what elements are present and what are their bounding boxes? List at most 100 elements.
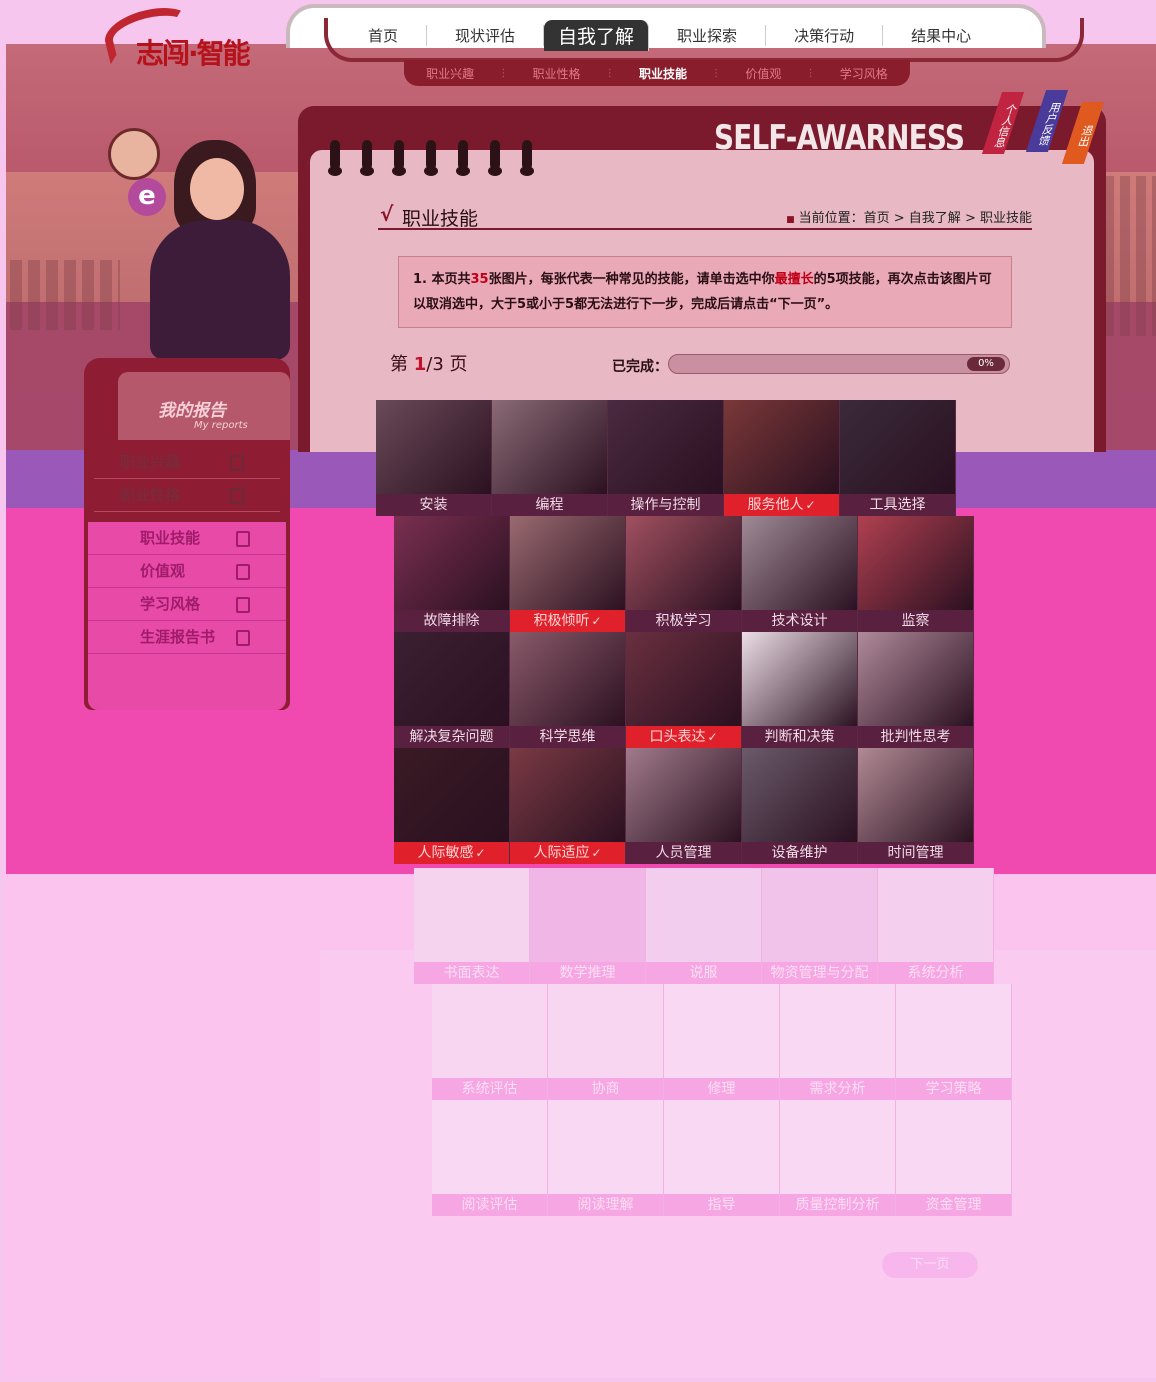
skill-label: 人员管理 <box>626 842 741 864</box>
subnav-learning-style[interactable]: 学习风格 <box>840 65 888 82</box>
city-illustration <box>10 260 120 330</box>
subnav-values[interactable]: 价值观 <box>745 65 781 82</box>
subnav-separator: ⋮ <box>805 67 816 79</box>
skill-photo <box>548 984 663 1080</box>
nav-career-explore[interactable]: 职业探索 <box>649 24 767 46</box>
breadcrumb-current: 职业技能 <box>979 211 1032 226</box>
skill-tile[interactable]: 技术设计 <box>742 516 858 632</box>
skill-photo <box>626 748 741 844</box>
skill-photo <box>432 1100 547 1196</box>
report-title: 我的报告 <box>158 401 226 421</box>
skill-tile[interactable]: 阅读评估 <box>432 1100 548 1216</box>
ribbon-personal-info[interactable]: 个人信息 <box>981 92 1025 154</box>
clipboard-icon <box>236 597 250 613</box>
skill-tile[interactable]: 资金管理 <box>896 1100 1012 1216</box>
nav-results-center[interactable]: 结果中心 <box>883 25 999 46</box>
skill-tile[interactable]: 人际适应 <box>510 748 626 864</box>
skill-tile[interactable]: 说服 <box>646 868 762 984</box>
breadcrumb-home[interactable]: 首页 <box>864 211 890 226</box>
progress-value: 0% <box>967 357 1005 371</box>
skill-tile[interactable]: 安装 <box>376 400 492 516</box>
skill-tile[interactable]: 设备维护 <box>742 748 858 864</box>
clipboard-icon <box>230 488 244 504</box>
skill-label: 指导 <box>664 1194 779 1216</box>
skill-tile[interactable]: 故障排除 <box>394 516 510 632</box>
skill-tile[interactable]: 口头表达 <box>626 632 742 748</box>
skill-tile[interactable]: 系统分析 <box>878 868 994 984</box>
subnav-interest[interactable]: 职业兴趣 <box>426 65 474 82</box>
skill-tile[interactable]: 批判性思考 <box>858 632 974 748</box>
skill-tile[interactable]: 积极学习 <box>626 516 742 632</box>
skill-tile[interactable]: 工具选择 <box>840 400 956 516</box>
skill-tile[interactable]: 科学思维 <box>510 632 626 748</box>
skill-photo <box>840 400 955 496</box>
skill-tile[interactable]: 物资管理与分配 <box>762 868 878 984</box>
skill-tile[interactable]: 操作与控制 <box>608 400 724 516</box>
skill-tile[interactable]: 人员管理 <box>626 748 742 864</box>
clipboard-icon <box>236 564 250 580</box>
skill-photo <box>724 400 839 496</box>
skill-tile[interactable]: 服务他人 <box>724 400 840 516</box>
mascot-illustration <box>140 140 300 360</box>
notebook-rings <box>328 140 534 176</box>
skill-tile[interactable]: 系统评估 <box>432 984 548 1100</box>
skill-photo <box>376 400 491 496</box>
logo-text: 志闯·智能 <box>136 37 251 70</box>
skill-tile[interactable]: 编程 <box>492 400 608 516</box>
nav-self-awareness[interactable]: 自我了解 <box>544 19 650 51</box>
report-item-learning-style[interactable]: 学习风格 <box>88 588 286 621</box>
skill-tile[interactable]: 时间管理 <box>858 748 974 864</box>
subnav-separator: ⋮ <box>604 67 615 79</box>
skill-tile[interactable]: 监察 <box>858 516 974 632</box>
skill-label: 时间管理 <box>858 842 973 864</box>
report-item-personality[interactable]: 职业性格 <box>94 479 280 512</box>
skill-label: 安装 <box>376 494 491 516</box>
skill-photo <box>858 632 973 728</box>
skill-tile[interactable]: 需求分析 <box>780 984 896 1100</box>
instructions-count: 35 <box>470 272 489 287</box>
progress-bar: 0% <box>668 354 1010 374</box>
skill-tile[interactable]: 指导 <box>664 1100 780 1216</box>
skill-tile[interactable]: 学习策略 <box>896 984 1012 1100</box>
skill-label: 人际敏感 <box>394 842 509 864</box>
skill-label: 阅读评估 <box>432 1194 547 1216</box>
next-page-button[interactable]: 下一页 <box>882 1252 978 1278</box>
pager-total: /3 <box>426 354 444 375</box>
skill-photo <box>510 516 625 612</box>
skill-label: 系统分析 <box>878 962 993 984</box>
pager-current: 1 <box>413 354 427 375</box>
skill-photo <box>548 1100 663 1196</box>
skills-grid: 故障排除积极倾听积极学习技术设计监察解决复杂问题科学思维口头表达判断和决策批判性… <box>394 516 974 864</box>
skill-label: 操作与控制 <box>608 494 723 516</box>
skill-label: 编程 <box>492 494 607 516</box>
skill-tile[interactable]: 质量控制分析 <box>780 1100 896 1216</box>
skill-tile[interactable]: 书面表达 <box>414 868 530 984</box>
nav-status-assessment[interactable]: 现状评估 <box>427 24 545 46</box>
skill-tile[interactable]: 判断和决策 <box>742 632 858 748</box>
skill-label: 批判性思考 <box>858 726 973 748</box>
nav-home[interactable]: 首页 <box>340 24 428 46</box>
ribbon-logout[interactable]: 退出 <box>1061 102 1105 164</box>
skill-tile[interactable]: 积极倾听 <box>510 516 626 632</box>
report-item-interest[interactable]: 职业兴趣 <box>94 446 280 479</box>
skill-photo <box>394 632 509 728</box>
sub-nav: 职业兴趣 ⋮ 职业性格 ⋮ 职业技能 ⋮ 价值观 ⋮ 学习风格 <box>404 60 910 86</box>
skill-photo <box>646 868 761 964</box>
breadcrumb-self[interactable]: 自我了解 <box>909 211 961 226</box>
logo[interactable]: 志闯·智能 <box>100 0 260 70</box>
skill-tile[interactable]: 数学推理 <box>530 868 646 984</box>
report-item-skills[interactable]: 职业技能 <box>88 522 286 555</box>
report-item-values[interactable]: 价值观 <box>88 555 286 588</box>
subnav-personality[interactable]: 职业性格 <box>533 65 581 82</box>
nav-decision-action[interactable]: 决策行动 <box>766 24 884 46</box>
skill-label: 积极倾听 <box>510 610 625 632</box>
skill-tile[interactable]: 解决复杂问题 <box>394 632 510 748</box>
ribbon-feedback[interactable]: 用户反馈 <box>1025 90 1069 152</box>
skill-tile[interactable]: 协商 <box>548 984 664 1100</box>
skill-tile[interactable]: 阅读理解 <box>548 1100 664 1216</box>
report-item-career-report[interactable]: 生涯报告书 <box>88 621 286 654</box>
pager-suffix: 页 <box>449 354 468 375</box>
skill-tile[interactable]: 人际敏感 <box>394 748 510 864</box>
subnav-skills[interactable]: 职业技能 <box>639 65 687 82</box>
skill-tile[interactable]: 修理 <box>664 984 780 1100</box>
